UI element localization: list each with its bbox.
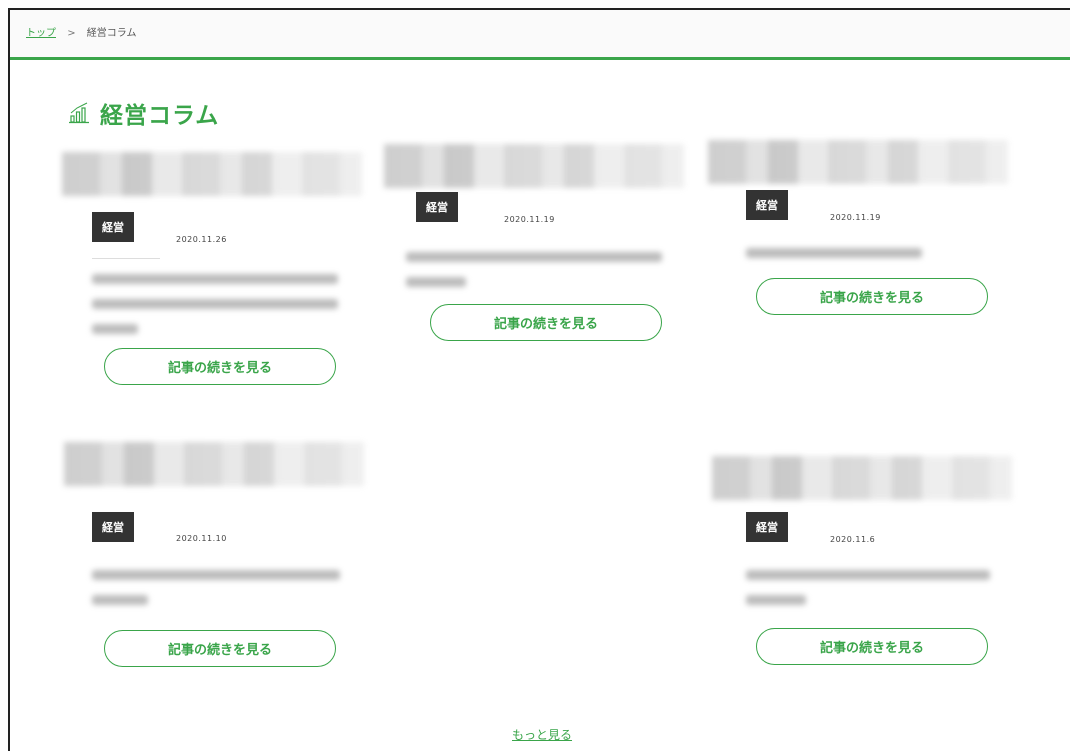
article-excerpt-line[interactable] bbox=[746, 570, 990, 580]
article-excerpt-line[interactable] bbox=[746, 248, 922, 258]
article-excerpt-line[interactable] bbox=[406, 277, 466, 287]
article-thumbnail[interactable] bbox=[64, 442, 364, 486]
article-card: 経営 2020.11.19 記事の続きを見る bbox=[384, 144, 684, 354]
read-more-button[interactable]: 記事の続きを見る bbox=[756, 628, 988, 665]
category-tag: 経営 bbox=[746, 512, 788, 542]
category-tag: 経営 bbox=[92, 512, 134, 542]
article-card: 経営 2020.11.19 記事の続きを見る bbox=[708, 140, 1008, 330]
article-date: 2020.11.26 bbox=[176, 235, 227, 244]
page-title-row: 経営コラム bbox=[68, 96, 219, 130]
see-more-link[interactable]: もっと見る bbox=[512, 726, 572, 743]
breadcrumb-separator: > bbox=[67, 28, 76, 39]
article-date: 2020.11.6 bbox=[830, 535, 876, 544]
article-excerpt-line[interactable] bbox=[406, 252, 662, 262]
article-date: 2020.11.19 bbox=[504, 215, 555, 224]
divider bbox=[92, 258, 160, 259]
read-more-button[interactable]: 記事の続きを見る bbox=[104, 348, 336, 385]
article-thumbnail[interactable] bbox=[712, 456, 1012, 500]
article-thumbnail[interactable] bbox=[62, 152, 362, 196]
article-date: 2020.11.19 bbox=[830, 213, 881, 222]
bar-chart-icon bbox=[68, 102, 90, 124]
article-excerpt-line[interactable] bbox=[92, 570, 340, 580]
article-card: 経営 2020.11.6 記事の続きを見る bbox=[712, 456, 1012, 676]
breadcrumb-home-link[interactable]: トップ bbox=[26, 28, 56, 39]
read-more-button[interactable]: 記事の続きを見る bbox=[756, 278, 988, 315]
article-card: 経営 2020.11.10 記事の続きを見る bbox=[64, 442, 364, 672]
article-excerpt-line[interactable] bbox=[92, 274, 338, 284]
article-thumbnail[interactable] bbox=[384, 144, 684, 188]
article-card: 経営 2020.11.26 記事の続きを見る bbox=[62, 152, 362, 412]
category-tag: 経営 bbox=[746, 190, 788, 220]
page-frame: トップ > 経営コラム 経営コラム 経営 2020.11.26 記事の続きを見る… bbox=[8, 8, 1070, 751]
read-more-button[interactable]: 記事の続きを見る bbox=[104, 630, 336, 667]
article-excerpt-line[interactable] bbox=[746, 595, 806, 605]
article-date: 2020.11.10 bbox=[176, 534, 227, 543]
read-more-button[interactable]: 記事の続きを見る bbox=[430, 304, 662, 341]
category-tag: 経営 bbox=[416, 192, 458, 222]
category-tag: 経営 bbox=[92, 212, 134, 242]
article-thumbnail[interactable] bbox=[708, 140, 1008, 184]
article-excerpt-line[interactable] bbox=[92, 299, 338, 309]
page-title: 経営コラム bbox=[100, 103, 220, 129]
breadcrumb-current: 経営コラム bbox=[86, 28, 137, 39]
article-excerpt-line[interactable] bbox=[92, 324, 138, 334]
article-excerpt-line[interactable] bbox=[92, 595, 148, 605]
breadcrumb: トップ > 経営コラム bbox=[10, 10, 1070, 60]
